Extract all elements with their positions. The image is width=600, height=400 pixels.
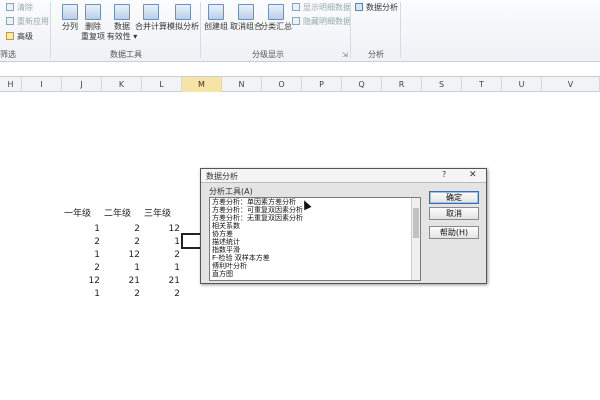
list-item[interactable]: 相关系数 xyxy=(210,222,420,230)
group-label-analysis: 分析 xyxy=(368,50,384,59)
list-item[interactable]: 方差分析：单因素方差分析 xyxy=(210,198,420,206)
cell[interactable]: 12 xyxy=(142,223,180,236)
ok-button[interactable]: 确定 xyxy=(429,191,479,204)
list-scrollbar[interactable] xyxy=(411,198,420,280)
cell[interactable]: 1 xyxy=(102,262,140,275)
cell[interactable]: 1 xyxy=(62,249,100,262)
cell[interactable]: 2 xyxy=(142,249,180,262)
column-header-p[interactable]: P xyxy=(302,77,342,92)
reapply-icon xyxy=(6,17,14,25)
clear-button[interactable]: 清除 xyxy=(6,2,33,14)
group-label-data-tools: 数据工具 xyxy=(110,50,142,59)
group-icon xyxy=(208,4,224,20)
grade-3-header[interactable]: 三年级 xyxy=(144,208,171,221)
list-item[interactable]: 方差分析：可重复双因素分析 xyxy=(210,206,420,214)
show-detail-button[interactable]: 显示明细数据 xyxy=(292,2,351,14)
outline-dialog-launcher-icon[interactable]: ⇲ xyxy=(342,49,348,61)
group-label-filter: 筛选 xyxy=(0,50,16,59)
help-icon[interactable]: ? xyxy=(442,170,446,179)
hide-detail-button[interactable]: 隐藏明细数据 xyxy=(292,16,351,28)
help-button[interactable]: 帮助(H) xyxy=(429,226,479,239)
column-header-v[interactable]: V xyxy=(542,77,600,92)
list-item[interactable]: 协方差 xyxy=(210,230,420,238)
column-header-s[interactable]: S xyxy=(422,77,462,92)
cell[interactable]: 1 xyxy=(62,288,100,301)
analysis-tools-label: 分析工具(A) xyxy=(209,187,253,196)
cell[interactable]: 2 xyxy=(102,223,140,236)
remove-duplicates-icon xyxy=(85,4,101,20)
data-analysis-button[interactable]: 数据分析 xyxy=(355,2,398,14)
close-icon[interactable]: ✕ xyxy=(469,170,477,180)
group-separator xyxy=(350,2,351,58)
data-analysis-dialog: 数据分析 ? ✕ 分析工具(A) 方差分析：单因素方差分析 方差分析：可重复双因… xyxy=(200,168,487,284)
dialog-title: 数据分析 xyxy=(206,172,238,181)
dialog-title-bar[interactable]: 数据分析 ? ✕ xyxy=(201,169,486,183)
column-header-j[interactable]: J xyxy=(62,77,102,92)
cancel-button[interactable]: 取消 xyxy=(429,207,479,220)
grade-2-header[interactable]: 二年级 xyxy=(104,208,131,221)
subtotal-button[interactable]: 分类汇总 xyxy=(260,2,292,46)
filter-advanced-icon xyxy=(6,32,14,40)
list-item[interactable]: 直方图 xyxy=(210,270,420,278)
list-item[interactable]: F-检验 双样本方差 xyxy=(210,254,420,262)
cell[interactable]: 12 xyxy=(62,275,100,288)
group-label-outline: 分级显示 xyxy=(252,50,284,59)
ribbon: 清除 重新应用 高级 筛选 分列 删除 重复项 数据 有效性 ▾ 合并计算 模拟分析… xyxy=(0,0,600,62)
subtotal-icon xyxy=(268,4,284,20)
grade-1-header[interactable]: 一年级 xyxy=(64,208,91,221)
cell[interactable]: 2 xyxy=(102,288,140,301)
reapply-button[interactable]: 重新应用 xyxy=(6,16,49,28)
column-header-t[interactable]: T xyxy=(462,77,502,92)
column-header-i[interactable]: I xyxy=(22,77,62,92)
cell[interactable]: 12 xyxy=(102,249,140,262)
advanced-button[interactable]: 高级 xyxy=(6,31,33,43)
what-if-analysis-icon xyxy=(175,4,191,20)
consolidate-icon xyxy=(143,4,159,20)
column-header-k[interactable]: K xyxy=(102,77,142,92)
hide-detail-icon xyxy=(292,17,300,25)
column-header-q[interactable]: Q xyxy=(342,77,382,92)
cell[interactable]: 2 xyxy=(62,236,100,249)
group-button[interactable]: 创建组 xyxy=(201,2,231,46)
cell[interactable]: 1 xyxy=(62,223,100,236)
scrollbar-thumb[interactable] xyxy=(413,208,419,238)
list-item[interactable]: 描述统计 xyxy=(210,238,420,246)
show-detail-icon xyxy=(292,3,300,11)
cell[interactable]: 2 xyxy=(142,288,180,301)
ungroup-button[interactable]: 取消组合 xyxy=(229,2,263,46)
column-header-m[interactable]: M xyxy=(182,77,222,92)
ungroup-icon xyxy=(238,4,254,20)
cell[interactable]: 1 xyxy=(142,236,180,249)
data-analysis-icon xyxy=(355,3,363,11)
list-item[interactable]: 傅利叶分析 xyxy=(210,262,420,270)
what-if-analysis-button[interactable]: 模拟分析 xyxy=(166,2,200,46)
group-separator xyxy=(400,2,401,58)
data-validation-icon xyxy=(114,4,130,20)
cell[interactable]: 2 xyxy=(62,262,100,275)
column-header-l[interactable]: L xyxy=(142,77,182,92)
list-item[interactable]: 指数平滑 xyxy=(210,246,420,254)
cell[interactable]: 2 xyxy=(102,236,140,249)
column-header-u[interactable]: U xyxy=(502,77,542,92)
group-separator xyxy=(50,2,51,58)
list-item[interactable]: 方差分析：无重复双因素分析 xyxy=(210,214,420,222)
column-header-o[interactable]: O xyxy=(262,77,302,92)
cell[interactable]: 21 xyxy=(102,275,140,288)
column-header-r[interactable]: R xyxy=(382,77,422,92)
cell[interactable]: 21 xyxy=(142,275,180,288)
column-header-row: H I J K L M N O P Q R S T U V xyxy=(0,76,600,92)
consolidate-button[interactable]: 合并计算 xyxy=(134,2,168,46)
clear-icon xyxy=(6,3,14,11)
analysis-tools-list[interactable]: 方差分析：单因素方差分析 方差分析：可重复双因素分析 方差分析：无重复双因素分析… xyxy=(209,197,421,281)
cell[interactable]: 1 xyxy=(142,262,180,275)
column-header-h[interactable]: H xyxy=(0,77,22,92)
column-header-n[interactable]: N xyxy=(222,77,262,92)
